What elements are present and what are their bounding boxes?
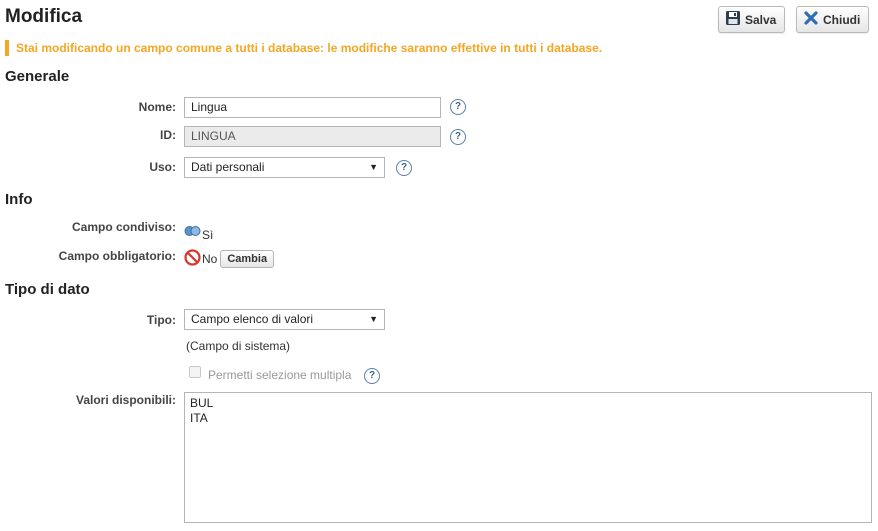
close-button-label: Chiudi bbox=[823, 12, 861, 27]
required-label: Campo obbligatorio: bbox=[58, 249, 176, 263]
multi-select-checkbox[interactable] bbox=[189, 366, 201, 378]
help-icon[interactable]: ? bbox=[396, 160, 412, 176]
name-input[interactable]: Lingua bbox=[184, 97, 441, 118]
save-button[interactable]: Salva bbox=[718, 6, 786, 33]
use-label: Uso: bbox=[149, 160, 176, 174]
section-heading-info: Info bbox=[5, 191, 33, 208]
type-select-value: Campo elenco di valori bbox=[191, 312, 314, 326]
values-textarea[interactable]: BUL ITA bbox=[184, 392, 872, 523]
help-icon[interactable]: ? bbox=[450, 99, 466, 115]
section-heading-general: Generale bbox=[5, 68, 70, 85]
prohibited-icon bbox=[184, 249, 201, 269]
system-field-note: (Campo di sistema) bbox=[186, 339, 291, 353]
floppy-disk-icon bbox=[725, 10, 745, 29]
id-label: ID: bbox=[160, 128, 176, 142]
value-line: BUL bbox=[190, 396, 214, 410]
values-label: Valori disponibili: bbox=[75, 393, 176, 407]
type-select[interactable]: Campo elenco di valori ▼ bbox=[184, 309, 385, 330]
use-select-value: Dati personali bbox=[191, 160, 265, 174]
required-value: No Cambia bbox=[184, 249, 275, 269]
shared-value: Sì bbox=[184, 222, 213, 242]
change-button[interactable]: Cambia bbox=[220, 250, 275, 268]
help-icon[interactable]: ? bbox=[450, 129, 466, 145]
name-label: Nome: bbox=[138, 100, 176, 114]
warning-message: Stai modificando un campo comune a tutti… bbox=[5, 40, 602, 56]
section-heading-data-type: Tipo di dato bbox=[5, 281, 90, 298]
chevron-down-icon: ▼ bbox=[369, 314, 378, 324]
type-label: Tipo: bbox=[146, 313, 176, 327]
close-button[interactable]: Chiudi bbox=[796, 6, 870, 33]
required-value-text: No bbox=[202, 252, 218, 266]
x-icon bbox=[803, 10, 823, 29]
use-select[interactable]: Dati personali ▼ bbox=[184, 157, 385, 178]
shared-value-text: Sì bbox=[202, 228, 214, 242]
save-button-label: Salva bbox=[745, 12, 777, 27]
value-line: ITA bbox=[190, 411, 208, 425]
linked-circles-icon bbox=[184, 225, 202, 240]
shared-label: Campo condiviso: bbox=[71, 220, 176, 234]
multi-select-label: Permetti selezione multipla bbox=[208, 368, 352, 382]
chevron-down-icon: ▼ bbox=[369, 162, 378, 172]
id-field: LINGUA bbox=[184, 126, 441, 147]
help-icon[interactable]: ? bbox=[364, 368, 380, 384]
page-title: Modifica bbox=[5, 6, 83, 27]
